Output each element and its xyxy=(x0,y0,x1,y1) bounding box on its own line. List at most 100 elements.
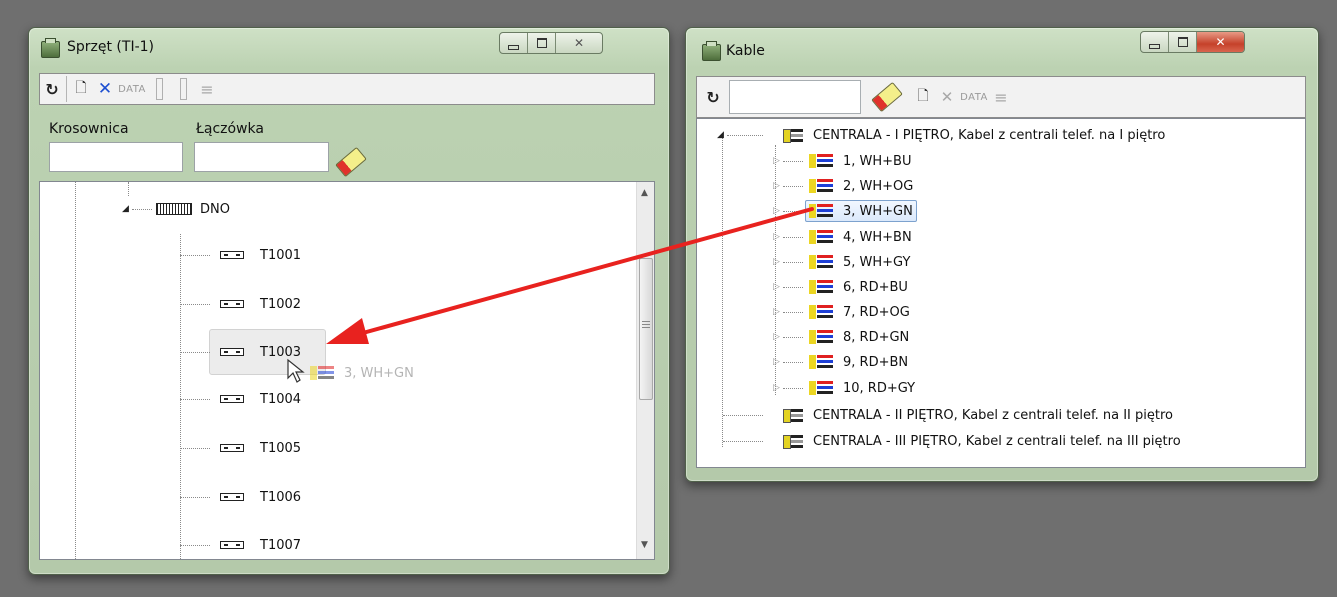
selected-pair[interactable]: 3, WH+GN xyxy=(805,200,917,222)
cable-pair-icon xyxy=(809,305,833,319)
cable-icon xyxy=(783,408,805,423)
expand-icon[interactable]: ▷ xyxy=(773,332,783,342)
pair-item-10[interactable]: ▷ 10, RD+GY xyxy=(773,377,915,399)
terminal-icon xyxy=(220,395,244,403)
new-button[interactable]: 🗋 xyxy=(69,76,93,102)
pair-label: 9, RD+BN xyxy=(843,354,909,370)
cable-icon xyxy=(783,128,805,143)
terminal-icon xyxy=(220,300,244,308)
tree-item-t1002[interactable]: T1002 xyxy=(180,293,301,315)
tree-line xyxy=(128,182,129,196)
titlebar[interactable]: Kable ✕ xyxy=(686,28,1318,62)
app-icon xyxy=(702,41,721,61)
data-button[interactable]: DATA xyxy=(959,84,989,110)
new-document-icon: 🗋 xyxy=(75,80,87,96)
scroll-up-icon[interactable]: ▲ xyxy=(641,188,648,198)
scroll-down-icon[interactable]: ▼ xyxy=(641,540,648,550)
pair-item-1[interactable]: ▷ 1, WH+BU xyxy=(773,150,912,172)
cable-root-ii[interactable]: CENTRALA - II PIĘTRO, Kabel z centrali t… xyxy=(723,404,1173,426)
cable-pair-icon xyxy=(310,366,334,380)
pair-item-5[interactable]: ▷ 5, WH+GY xyxy=(773,251,910,273)
equipment-tree: ◢ DNO T1001 T1002 T1003 T1004 T1005 T100… xyxy=(39,181,655,560)
pair-item-6[interactable]: ▷ 6, RD+BU xyxy=(773,276,908,298)
pair-label: 2, WH+OG xyxy=(843,178,914,194)
new-button[interactable]: 🗋 xyxy=(911,84,935,110)
maximize-button[interactable] xyxy=(528,33,556,53)
tree-item-label: T1007 xyxy=(260,537,302,553)
window-sprzet: Sprzęt (TI-1) ✕ ↻ 🗋 ✕ DATA ≡ Krosownica … xyxy=(28,27,670,575)
tree-item-t1001[interactable]: T1001 xyxy=(180,244,301,266)
expand-icon[interactable]: ▷ xyxy=(773,257,783,267)
clear-filter-icon[interactable] xyxy=(871,81,903,113)
tree-item-label: T1006 xyxy=(260,489,302,505)
terminal-icon xyxy=(220,444,244,452)
column-button[interactable] xyxy=(147,76,171,102)
cable-pair-icon xyxy=(809,255,833,269)
columns-icon xyxy=(179,78,187,100)
scroll-thumb[interactable] xyxy=(639,258,653,400)
expand-icon[interactable]: ▷ xyxy=(773,357,783,367)
expand-icon[interactable]: ▷ xyxy=(773,156,783,166)
window-title: Sprzęt (TI-1) xyxy=(67,39,154,55)
pair-item-4[interactable]: ▷ 4, WH+BN xyxy=(773,226,912,248)
vertical-scrollbar[interactable]: ▲ ▼ xyxy=(636,182,654,559)
terminal-icon xyxy=(220,348,244,356)
app-icon xyxy=(41,38,60,58)
cable-pair-icon xyxy=(809,154,833,168)
pair-label: 1, WH+BU xyxy=(843,153,912,169)
collapse-icon[interactable]: ◢ xyxy=(717,130,727,140)
column-button-2[interactable] xyxy=(171,76,195,102)
refresh-button[interactable]: ↻ xyxy=(701,84,725,110)
drag-ghost: 3, WH+GN xyxy=(310,362,414,384)
refresh-button[interactable]: ↻ xyxy=(40,76,64,102)
expand-icon[interactable]: ▷ xyxy=(773,307,783,317)
pair-item-9[interactable]: ▷ 9, RD+BN xyxy=(773,351,908,373)
cable-root-iii[interactable]: CENTRALA - III PIĘTRO, Kabel z centrali … xyxy=(723,430,1181,452)
expand-icon[interactable]: ▷ xyxy=(773,232,783,242)
search-input[interactable] xyxy=(729,80,861,114)
tree-item-t1004[interactable]: T1004 xyxy=(180,388,301,410)
titlebar[interactable]: Sprzęt (TI-1) ✕ xyxy=(29,28,669,62)
laczowka-label: Łączówka xyxy=(196,121,264,137)
data-button[interactable]: DATA xyxy=(117,76,147,102)
maximize-button[interactable] xyxy=(1169,32,1197,52)
tree-item-t1005[interactable]: T1005 xyxy=(180,437,301,459)
delete-button[interactable]: ✕ xyxy=(935,84,959,110)
tree-item-t1003[interactable]: T1003 xyxy=(180,341,301,363)
cable-pair-icon xyxy=(809,355,833,369)
collapse-icon[interactable]: ◢ xyxy=(122,204,132,214)
laczowka-input[interactable] xyxy=(194,142,329,172)
tree-line xyxy=(75,182,76,559)
list-button[interactable]: ≡ xyxy=(195,76,219,102)
tree-node-label: DNO xyxy=(200,201,230,217)
expand-icon[interactable]: ▷ xyxy=(773,282,783,292)
close-button[interactable]: ✕ xyxy=(1197,32,1244,52)
cable-root-i[interactable]: ◢ CENTRALA - I PIĘTRO, Kabel z centrali … xyxy=(717,124,1165,146)
tree-line xyxy=(722,137,723,447)
pair-item-8[interactable]: ▷ 8, RD+GN xyxy=(773,326,909,348)
expand-icon[interactable]: ▷ xyxy=(773,383,783,393)
minimize-button[interactable] xyxy=(1141,32,1169,52)
pair-item-7[interactable]: ▷ 7, RD+OG xyxy=(773,301,910,323)
pair-item-3[interactable]: ▷ 3, WH+GN xyxy=(773,200,917,222)
list-icon: ≡ xyxy=(200,79,214,99)
data-icon: DATA xyxy=(960,91,988,103)
clear-filter-icon[interactable] xyxy=(335,146,367,178)
pair-item-2[interactable]: ▷ 2, WH+OG xyxy=(773,175,913,197)
tree-item-t1006[interactable]: T1006 xyxy=(180,486,301,508)
close-button[interactable]: ✕ xyxy=(556,33,602,53)
cable-pair-icon xyxy=(809,280,833,294)
caption-buttons: ✕ xyxy=(1140,31,1245,53)
krosownica-input[interactable] xyxy=(49,142,183,172)
tree-item-label: T1001 xyxy=(260,247,302,263)
tree-item-label: T1002 xyxy=(260,296,302,312)
minimize-button[interactable] xyxy=(500,33,528,53)
list-button[interactable]: ≡ xyxy=(989,84,1013,110)
delete-button[interactable]: ✕ xyxy=(93,76,117,102)
tree-item-t1007[interactable]: T1007 xyxy=(180,534,301,556)
cable-pair-icon xyxy=(809,204,833,218)
expand-icon[interactable]: ▷ xyxy=(773,206,783,216)
tree-node-dno[interactable]: ◢ DNO xyxy=(122,198,230,220)
expand-icon[interactable]: ▷ xyxy=(773,181,783,191)
cables-tree: ◢ CENTRALA - I PIĘTRO, Kabel z centrali … xyxy=(696,118,1306,468)
